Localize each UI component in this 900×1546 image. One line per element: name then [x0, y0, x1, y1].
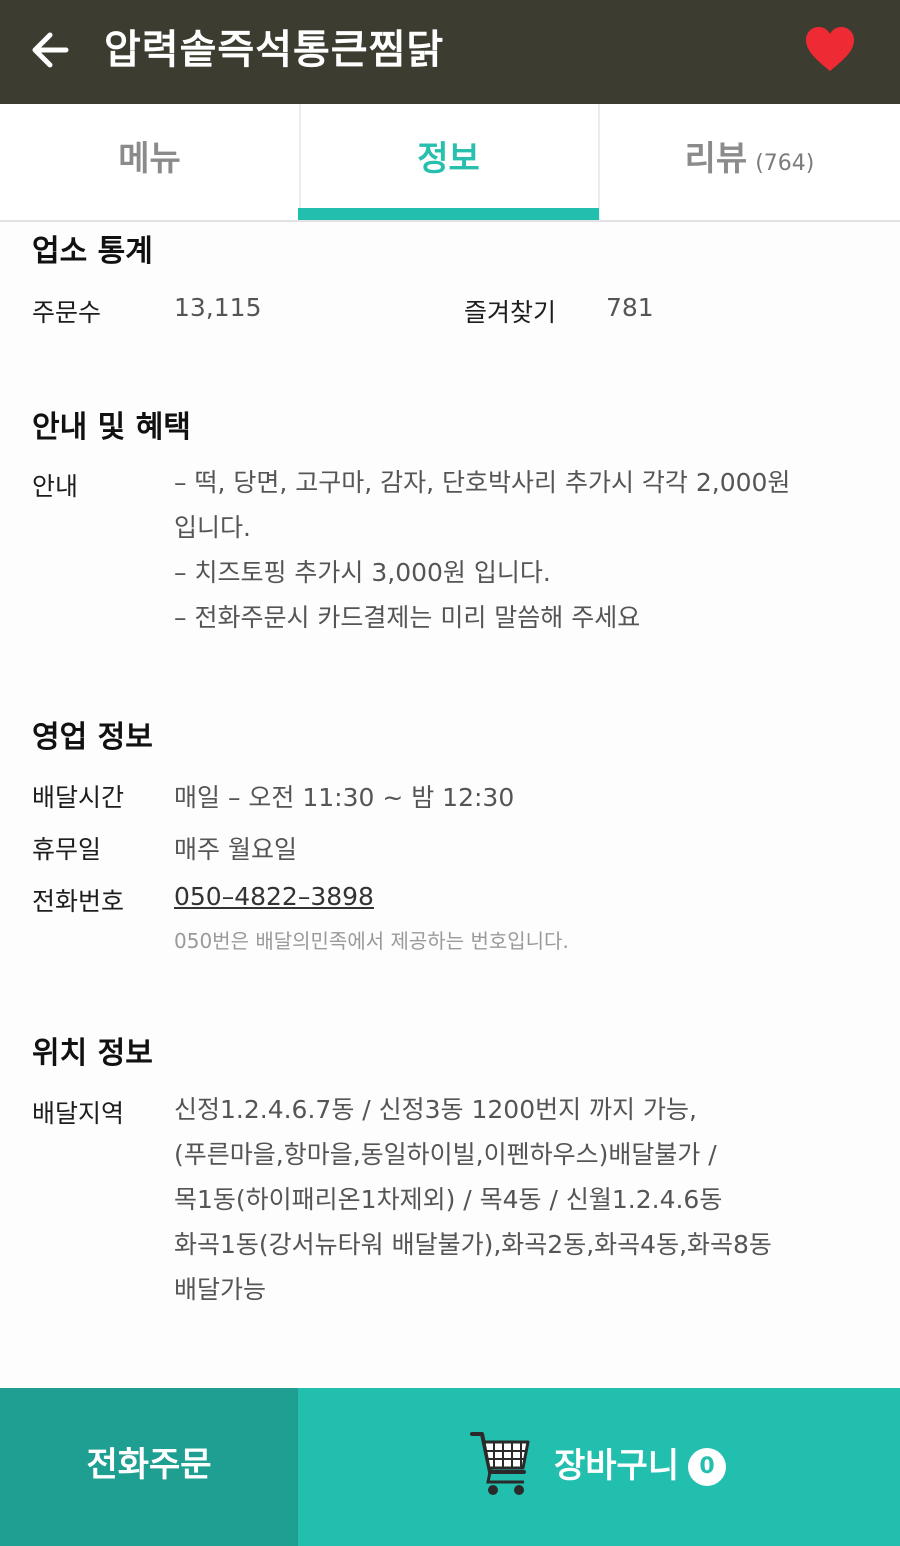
back-button[interactable] [26, 26, 78, 74]
heart-icon [806, 27, 854, 71]
favorites-value: 781 [606, 293, 654, 322]
notice-line: – 떡, 당면, 고구마, 감자, 단호박사리 추가시 각각 2,000원 [174, 468, 791, 497]
notice-section-title: 안내 및 혜택 [32, 410, 191, 445]
favorites-label: 즐겨찾기 [464, 298, 557, 327]
phone-order-label: 전화주문 [86, 1445, 212, 1485]
area-line: 신정1.2.4.6.7동 / 신정3동 1200번지 까지 가능, [174, 1095, 697, 1124]
tab-menu[interactable]: 메뉴 [0, 104, 301, 220]
cart-label: 장바구니 [554, 1446, 680, 1486]
area-line: 배달가능 [174, 1275, 267, 1304]
phone-number-link[interactable]: 050–4822–3898 [174, 882, 374, 911]
area-line: 화곡1동(강서뉴타워 배달불가),화곡2동,화곡4동,화곡8동 [174, 1230, 772, 1259]
holiday-value: 매주 월요일 [174, 835, 297, 864]
delivery-area-label: 배달지역 [32, 1099, 125, 1128]
store-title: 압력솥즉석통큰찜닭 [104, 27, 445, 73]
notice-label: 안내 [32, 472, 79, 501]
business-section-title: 영업 정보 [32, 720, 153, 755]
cart-button[interactable]: 장바구니 0 [298, 1388, 900, 1546]
tab-reviews-label: 리뷰 [684, 139, 748, 179]
orders-label: 주문수 [32, 298, 102, 327]
delivery-area-text: 신정1.2.4.6.7동 / 신정3동 1200번지 까지 가능, (푸른마을,… [174, 1087, 854, 1312]
tab-bar: 메뉴 정보 리뷰 (764) [0, 104, 900, 222]
orders-value: 13,115 [174, 293, 262, 322]
review-count: (764) [755, 151, 815, 176]
tab-reviews[interactable]: 리뷰 (764) [600, 104, 899, 220]
area-line: 목1동(하이패리온1차제외) / 목4동 / 신월1.2.4.6동 [174, 1185, 723, 1214]
phone-order-button[interactable]: 전화주문 [0, 1388, 298, 1546]
notice-line: – 전화주문시 카드결제는 미리 말씀해 주세요 [174, 603, 641, 632]
delivery-hours-value: 매일 – 오전 11:30 ~ 밤 12:30 [174, 783, 515, 812]
tab-info[interactable]: 정보 [299, 104, 600, 220]
phone-note: 050번은 배달의민족에서 제공하는 번호입니다. [174, 929, 569, 953]
bottom-action-bar: 전화주문 장바구니 0 [0, 1388, 900, 1546]
shopping-cart-icon [470, 1432, 530, 1495]
delivery-hours-label: 배달시간 [32, 783, 125, 812]
cart-count-badge: 0 [688, 1448, 726, 1486]
tab-info-label: 정보 [417, 139, 480, 179]
holiday-label: 휴무일 [32, 835, 102, 864]
area-line: (푸른마을,항마을,동일하이빌,이펜하우스)배달불가 / [174, 1140, 717, 1169]
favorite-button[interactable] [804, 26, 856, 74]
phone-label: 전화번호 [32, 887, 125, 916]
notice-line: – 치즈토핑 추가시 3,000원 입니다. [174, 558, 551, 587]
location-section-title: 위치 정보 [32, 1036, 153, 1071]
active-tab-indicator [298, 208, 599, 220]
arrow-left-icon [32, 32, 69, 68]
stats-section-title: 업소 통계 [32, 234, 153, 269]
app-bar: 압력솥즉석통큰찜닭 [0, 0, 900, 104]
notice-line: 입니다. [174, 513, 251, 542]
tab-menu-label: 메뉴 [118, 139, 181, 179]
notice-text: – 떡, 당면, 고구마, 감자, 단호박사리 추가시 각각 2,000원 입니… [174, 460, 854, 640]
